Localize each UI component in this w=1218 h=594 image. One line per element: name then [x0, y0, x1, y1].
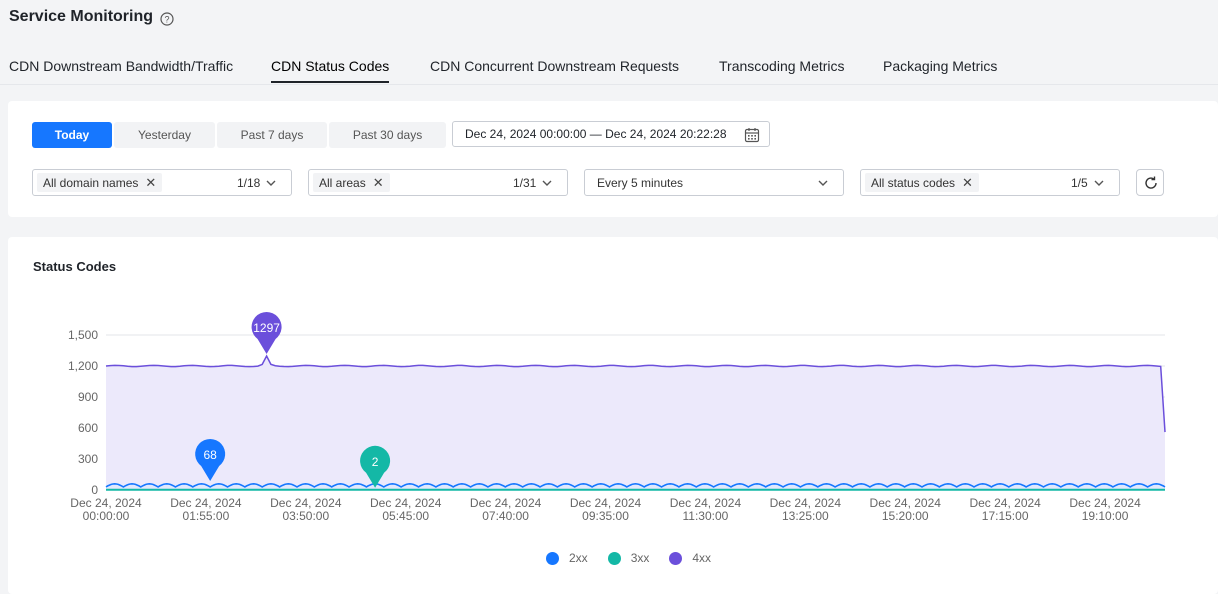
area-count: 1/31	[513, 176, 537, 190]
chevron-down-icon	[266, 180, 276, 186]
chevron-down-icon	[542, 180, 552, 186]
area-tag: All areas ✕	[313, 173, 390, 192]
x-tick-label: Dec 24, 2024	[270, 496, 342, 510]
domain-count: 1/18	[237, 176, 261, 190]
legend-item-2xx[interactable]: 2xx	[546, 551, 588, 565]
legend-dot-3xx	[607, 551, 621, 565]
x-tick-label: Dec 24, 2024	[70, 496, 142, 510]
x-tick-label: 13:25:00	[782, 509, 829, 523]
tab-packaging-metrics[interactable]: Packaging Metrics	[883, 58, 997, 74]
svg-text:?: ?	[164, 15, 169, 25]
status-codes-chart: 03006009001,2001,500Dec 24, 202400:00:00…	[68, 311, 1166, 523]
filter-panel: Today Yesterday Past 7 days Past 30 days…	[8, 101, 1218, 217]
date-range-value: Dec 24, 2024 00:00:00 — Dec 24, 2024 20:…	[465, 127, 727, 141]
interval-value: Every 5 minutes	[597, 176, 684, 190]
x-tick-label: 15:20:00	[882, 509, 929, 523]
tab-bandwidth-traffic[interactable]: CDN Downstream Bandwidth/Traffic	[9, 58, 233, 74]
yesterday-button[interactable]: Yesterday	[114, 122, 215, 148]
x-tick-label: 09:35:00	[582, 509, 629, 523]
tab-bar: CDN Downstream Bandwidth/Traffic CDN Sta…	[0, 56, 1218, 85]
legend-item-4xx[interactable]: 4xx	[669, 551, 711, 565]
area-select[interactable]: All areas ✕ 1/31	[308, 169, 568, 196]
x-tick-label: Dec 24, 2024	[470, 496, 542, 510]
calendar-icon	[744, 128, 760, 143]
x-tick-label: Dec 24, 2024	[370, 496, 442, 510]
tab-status-codes[interactable]: CDN Status Codes	[271, 58, 389, 74]
series-4xx-area	[106, 356, 1165, 490]
past-30-days-button[interactable]: Past 30 days	[329, 122, 446, 148]
series-3xx-max-marker-label: 2	[372, 455, 379, 469]
page-header: Service Monitoring ? CDN Downstream Band…	[0, 0, 1218, 85]
domain-tag: All domain names ✕	[37, 173, 163, 192]
legend-item-3xx[interactable]: 3xx	[607, 551, 650, 565]
x-tick-label: Dec 24, 2024	[770, 496, 842, 510]
area-tag-remove-icon[interactable]: ✕	[373, 175, 384, 191]
page-title: Service Monitoring	[9, 8, 154, 25]
y-tick-label: 900	[78, 390, 98, 404]
chevron-down-icon	[818, 180, 828, 186]
y-tick-label: 1,200	[68, 359, 98, 373]
tab-transcoding-metrics[interactable]: Transcoding Metrics	[719, 58, 845, 74]
status-code-select[interactable]: All status codes ✕ 1/5	[860, 169, 1120, 196]
y-tick-label: 0	[91, 483, 98, 497]
x-tick-label: 05:45:00	[382, 509, 429, 523]
x-tick-label: 17:15:00	[982, 509, 1029, 523]
series-4xx-max-marker-label: 1297	[253, 321, 280, 335]
x-tick-label: 03:50:00	[282, 509, 329, 523]
x-tick-label: 00:00:00	[83, 509, 130, 523]
x-tick-label: Dec 24, 2024	[570, 496, 642, 510]
x-tick-label: Dec 24, 2024	[1069, 496, 1141, 510]
y-tick-label: 1,500	[68, 328, 98, 342]
today-button[interactable]: Today	[32, 122, 112, 148]
legend-label-3xx: 3xx	[630, 551, 650, 565]
refresh-button[interactable]	[1136, 169, 1164, 196]
status-count: 1/5	[1071, 176, 1088, 190]
active-tab-underline	[271, 81, 389, 83]
status-codes-panel: Status Codes 0 300 600 900 1,200 1,500 Dec 24,…	[8, 237, 1218, 594]
interval-select[interactable]: Every 5 minutes	[584, 169, 844, 196]
legend-dot-2xx	[546, 551, 559, 565]
legend-label-2xx: 2xx	[569, 551, 588, 565]
status-tag: All status codes ✕	[865, 173, 979, 192]
x-tick-label: Dec 24, 2024	[969, 496, 1041, 510]
domain-tag-remove-icon[interactable]: ✕	[145, 175, 156, 191]
refresh-icon	[1145, 176, 1157, 189]
area-tag-label: All areas	[319, 175, 366, 190]
x-tick-label: Dec 24, 2024	[670, 496, 742, 510]
domain-tag-label: All domain names	[43, 175, 139, 190]
x-tick-label: Dec 24, 2024	[870, 496, 942, 510]
date-range-picker[interactable]: Dec 24, 2024 00:00:00 — Dec 24, 2024 20:…	[452, 121, 770, 147]
y-tick-label: 300	[78, 452, 98, 466]
series-2xx-max-marker-label: 68	[203, 448, 217, 462]
status-tag-remove-icon[interactable]: ✕	[962, 175, 973, 191]
status-tag-label: All status codes	[871, 175, 956, 190]
legend-label-4xx: 4xx	[692, 551, 712, 565]
y-tick-label: 600	[78, 421, 98, 435]
help-icon[interactable]: ?	[160, 12, 174, 26]
x-tick-label: Dec 24, 2024	[170, 496, 242, 510]
legend-dot-4xx	[669, 551, 683, 565]
x-tick-label: 07:40:00	[482, 509, 529, 523]
past-7-days-button[interactable]: Past 7 days	[217, 122, 327, 148]
tab-concurrent-requests[interactable]: CDN Concurrent Downstream Requests	[430, 58, 679, 74]
x-tick-label: 19:10:00	[1082, 509, 1129, 523]
chart-legend: 2xx 3xx 4xx	[546, 551, 711, 565]
chevron-down-icon	[1094, 180, 1104, 186]
domain-select[interactable]: All domain names ✕ 1/18	[32, 169, 292, 196]
x-tick-label: 11:30:00	[683, 509, 729, 523]
x-tick-label: 01:55:00	[183, 509, 230, 523]
